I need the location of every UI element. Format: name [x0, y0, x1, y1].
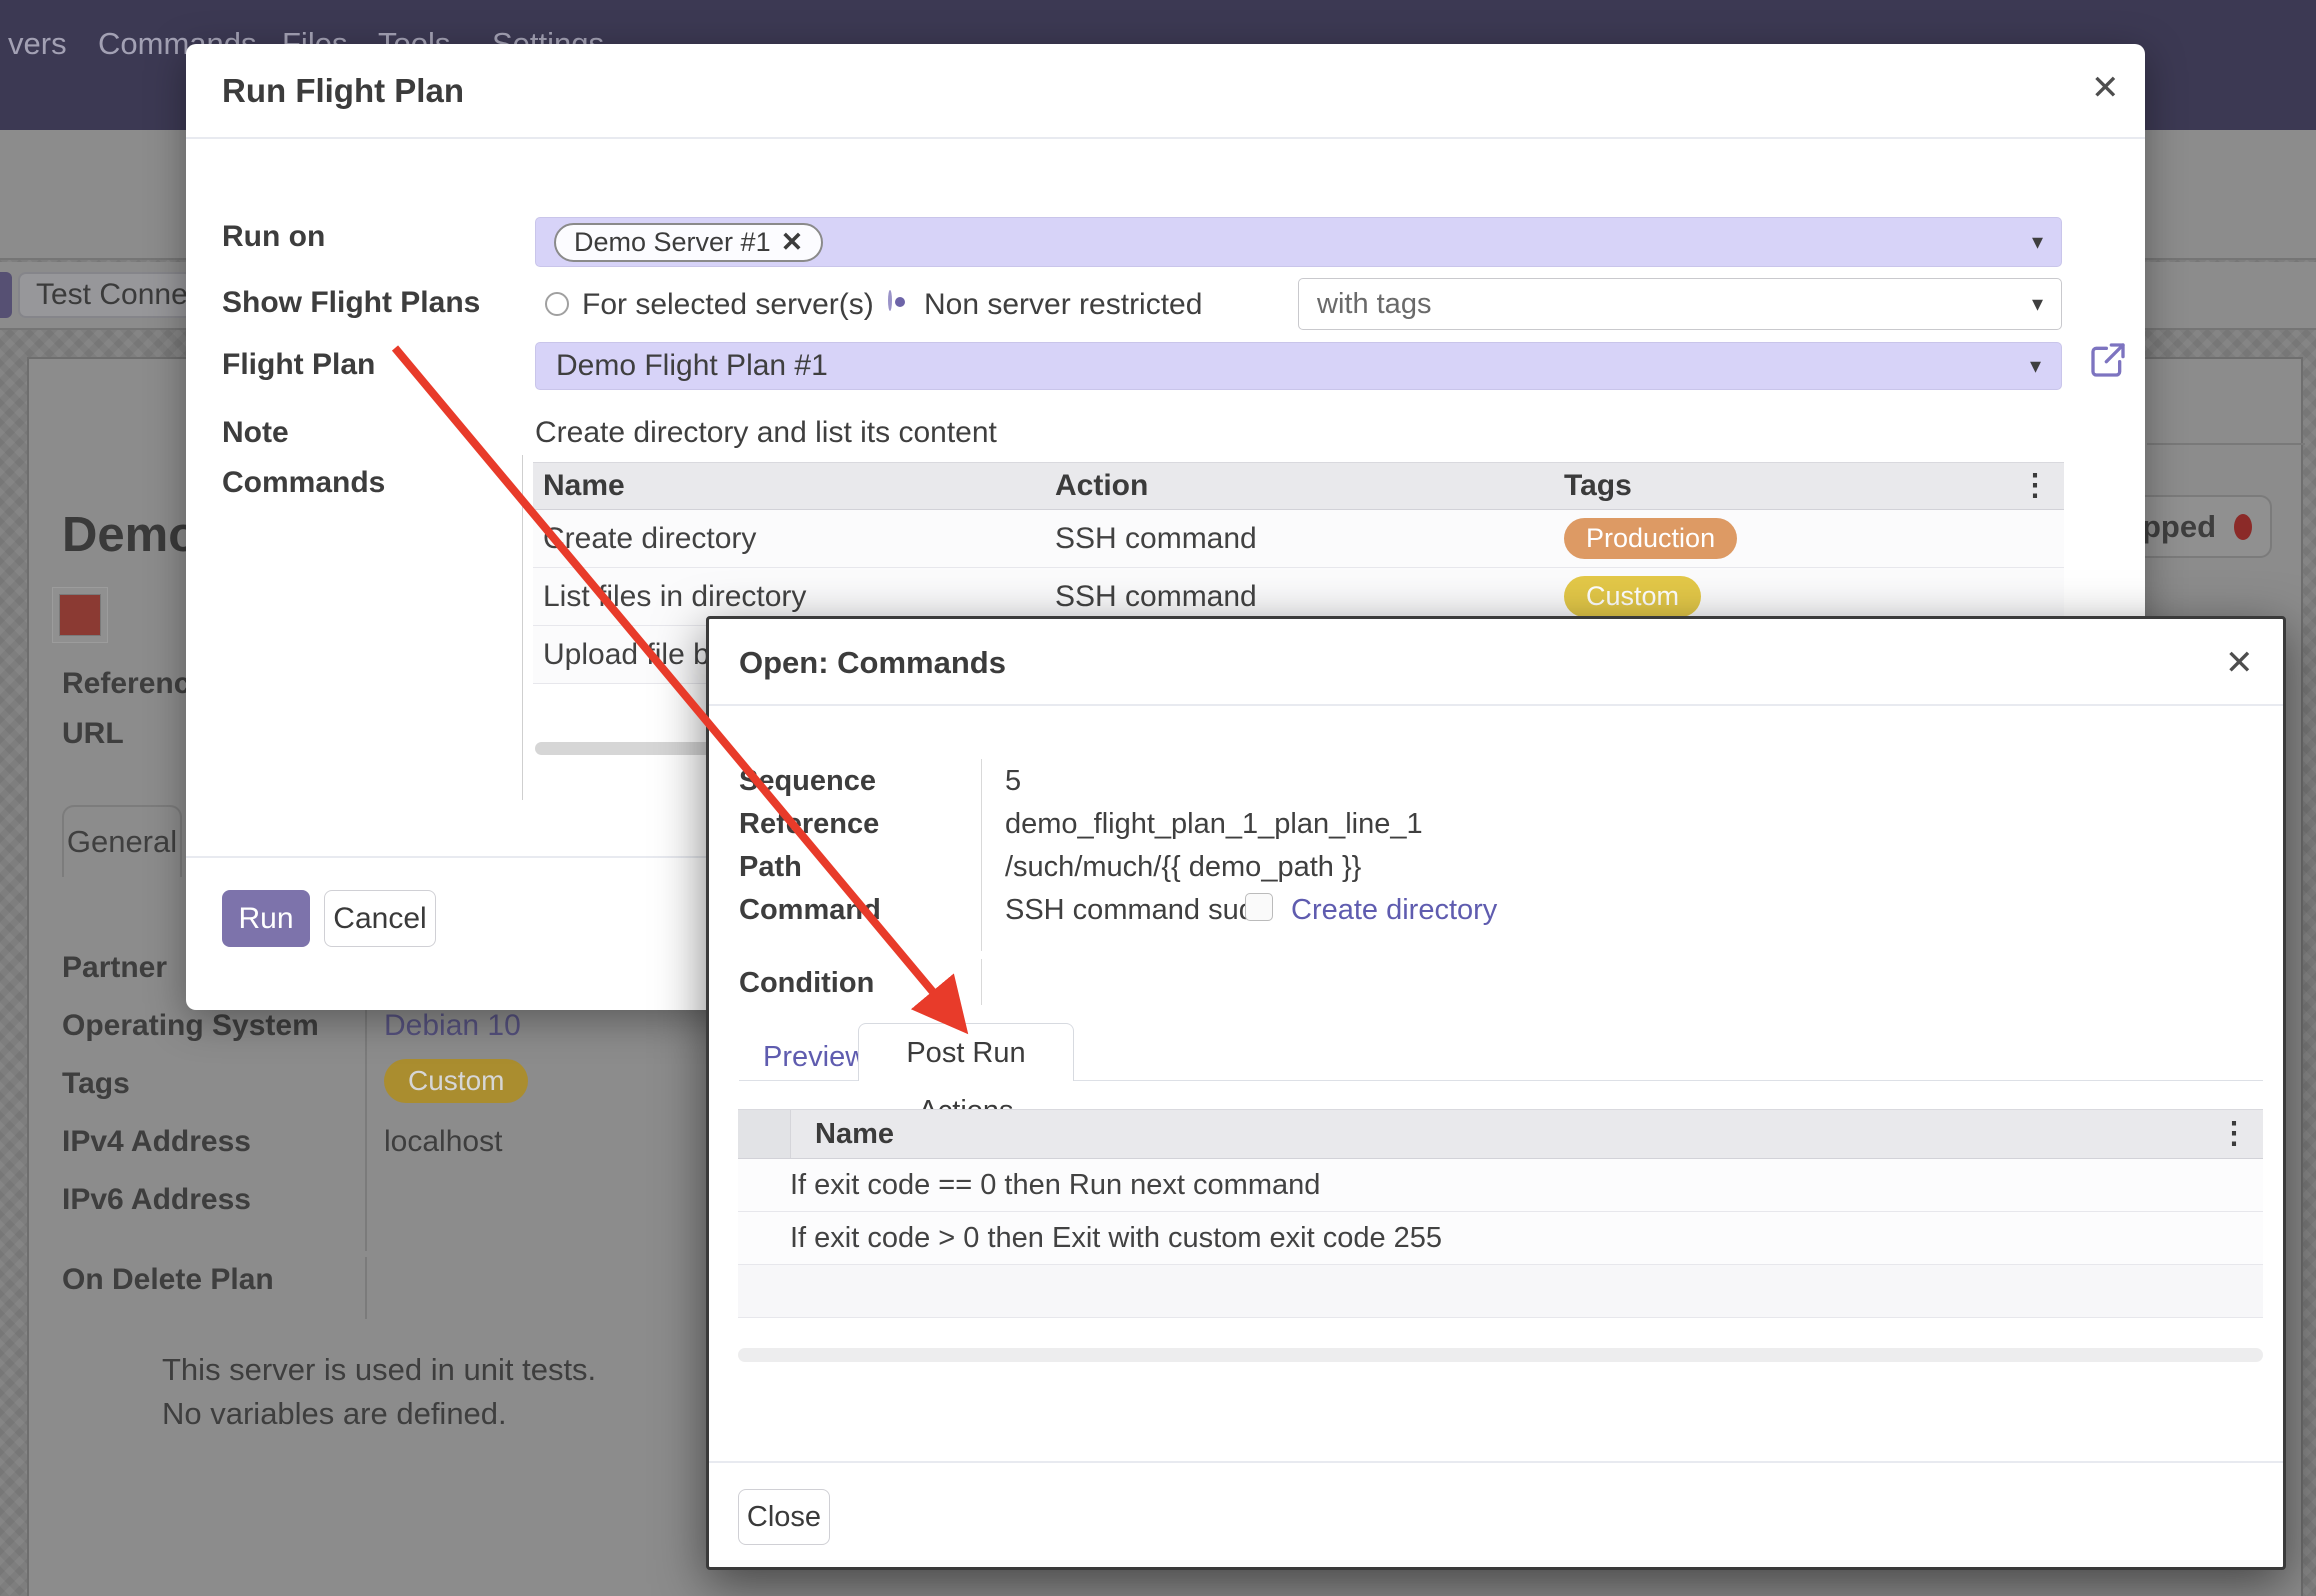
command-label: Command	[739, 894, 881, 927]
tab-general[interactable]: General	[62, 805, 182, 877]
status-dot-icon	[2234, 514, 2252, 540]
condition-label: Condition	[739, 967, 874, 1000]
server-tag-pill[interactable]: Demo Server #1 ✕	[554, 223, 823, 262]
post-run-row-name: If exit code > 0 then Exit with custom e…	[790, 1222, 1442, 1255]
post-run-row[interactable]: If exit code > 0 then Exit with custom e…	[738, 1212, 2263, 1265]
post-run-row-name: If exit code == 0 then Run next command	[790, 1169, 1320, 1202]
show-flight-plans-label: Show Flight Plans	[222, 286, 480, 320]
field-separator	[365, 1001, 367, 1251]
tab-preview[interactable]: Preview	[763, 1041, 866, 1074]
tab-post-run-actions[interactable]: Post Run Actions	[858, 1023, 1074, 1081]
server-heading: Demo	[62, 507, 198, 563]
label-separator-2	[981, 959, 982, 1005]
test-connection-button[interactable]: Test Conne	[18, 272, 193, 318]
field-separator-2	[365, 1257, 367, 1319]
sequence-label: Sequence	[739, 765, 876, 798]
on-delete-plan-label: On Delete Plan	[62, 1263, 274, 1297]
create-directory-link[interactable]: Create directory	[1291, 894, 1497, 927]
status-label-fragment: pped	[2142, 509, 2216, 545]
reference-field-label: Reference	[739, 808, 879, 841]
run-button[interactable]: Run	[222, 890, 310, 947]
open-commands-modal: Open: Commands ✕ Sequence Reference Path…	[706, 616, 2286, 1570]
unit-test-note-line1: This server is used in unit tests.	[162, 1352, 596, 1388]
smart-button-divider	[2147, 443, 2305, 445]
operating-system-label: Operating System	[62, 1009, 319, 1043]
sequence-value: 5	[1005, 765, 1021, 798]
remove-tag-icon[interactable]: ✕	[781, 227, 804, 258]
run-on-label: Run on	[222, 220, 325, 254]
handle-column	[738, 1110, 791, 1158]
column-tags: Tags	[1564, 469, 2020, 503]
tag-badge: Production	[1564, 518, 1737, 559]
path-value: /such/much/{{ demo_path }}	[1005, 851, 1361, 884]
column-action: Action	[1055, 469, 1564, 503]
radio-selected-servers-label[interactable]: For selected server(s)	[582, 288, 874, 322]
tabs-underline-left	[739, 1080, 858, 1081]
commands-modal-close-icon[interactable]: ✕	[2225, 643, 2254, 683]
create-directory-checkbox[interactable]	[1245, 893, 1273, 921]
row-name: List files in directory	[533, 580, 1055, 614]
row-name: Create directory	[533, 522, 1055, 556]
commands-modal-header-divider	[709, 704, 2283, 706]
note-value: Create directory and list its content	[535, 416, 997, 450]
horizontal-scrollbar[interactable]	[738, 1348, 2263, 1362]
label-column-separator	[522, 455, 523, 800]
radio-selected-servers[interactable]	[545, 292, 569, 316]
column-name: Name	[533, 469, 1055, 503]
post-run-row-empty	[738, 1265, 2263, 1318]
chevron-down-icon: ▾	[2032, 291, 2043, 317]
chevron-down-icon: ▾	[2030, 353, 2041, 379]
radio-non-server-restricted-label[interactable]: Non server restricted	[924, 288, 1202, 322]
ipv6-label: IPv6 Address	[62, 1183, 251, 1217]
run-modal-header-divider	[186, 137, 2145, 139]
menu-item-servers[interactable]: vers	[8, 26, 67, 62]
table-options-icon[interactable]: ⋮	[2020, 476, 2064, 496]
table-options-icon[interactable]: ⋮	[2219, 1124, 2263, 1144]
unit-test-note-line2: No variables are defined.	[162, 1396, 507, 1432]
row-action: SSH command	[1055, 580, 1564, 614]
label-separator	[981, 759, 982, 951]
note-label: Note	[222, 416, 289, 450]
row-action: SSH command	[1055, 522, 1564, 556]
reference-field-value: demo_flight_plan_1_plan_line_1	[1005, 808, 1423, 841]
commands-table-header: Name Action Tags ⋮	[533, 462, 2064, 510]
with-tags-value: with tags	[1317, 288, 1431, 321]
ipv4-label: IPv4 Address	[62, 1125, 251, 1159]
commands-label: Commands	[222, 466, 385, 500]
close-button[interactable]: Close	[738, 1489, 830, 1545]
ipv4-value: localhost	[384, 1125, 502, 1159]
tag-badge-custom: Custom	[384, 1059, 528, 1103]
name-column: Name	[791, 1118, 2219, 1151]
run-on-multiselect[interactable]: Demo Server #1 ✕ ▾	[535, 217, 2062, 267]
flight-plan-select[interactable]: Demo Flight Plan #1 ▾	[535, 342, 2062, 390]
url-label: URL	[62, 717, 124, 751]
run-modal-title: Run Flight Plan	[222, 72, 464, 110]
flight-plan-label: Flight Plan	[222, 348, 375, 382]
post-run-row[interactable]: If exit code == 0 then Run next command	[738, 1159, 2263, 1212]
clipped-primary-button[interactable]	[0, 272, 12, 318]
tag-badge: Custom	[1564, 576, 1701, 617]
flight-plan-value: Demo Flight Plan #1	[556, 349, 828, 383]
tags-label: Tags	[62, 1067, 130, 1101]
commands-modal-title: Open: Commands	[739, 645, 1006, 681]
color-swatch	[59, 594, 101, 636]
chevron-down-icon: ▾	[2032, 229, 2043, 255]
external-link-icon[interactable]	[2088, 340, 2128, 385]
post-run-actions-table: Name ⋮ If exit code == 0 then Run next c…	[738, 1109, 2263, 1318]
commands-modal-footer-divider	[709, 1461, 2283, 1463]
page: vers Commands Files Tools Settings Test …	[0, 0, 2316, 1596]
path-label: Path	[739, 851, 802, 884]
run-modal-close-icon[interactable]: ✕	[2091, 68, 2120, 108]
operating-system-value[interactable]: Debian 10	[384, 1009, 521, 1043]
command-value: SSH command sudo	[1005, 894, 1271, 927]
server-tag-label: Demo Server #1	[574, 227, 771, 258]
cancel-button[interactable]: Cancel	[324, 890, 436, 947]
tabs-underline-right	[1074, 1080, 2263, 1081]
radio-non-server-restricted[interactable]	[888, 290, 892, 311]
post-run-table-header: Name ⋮	[738, 1109, 2263, 1159]
partner-label: Partner	[62, 951, 167, 985]
color-swatch-frame[interactable]	[52, 587, 108, 643]
table-row[interactable]: Create directory SSH command Production	[533, 510, 2064, 568]
with-tags-select[interactable]: with tags ▾	[1298, 278, 2062, 330]
